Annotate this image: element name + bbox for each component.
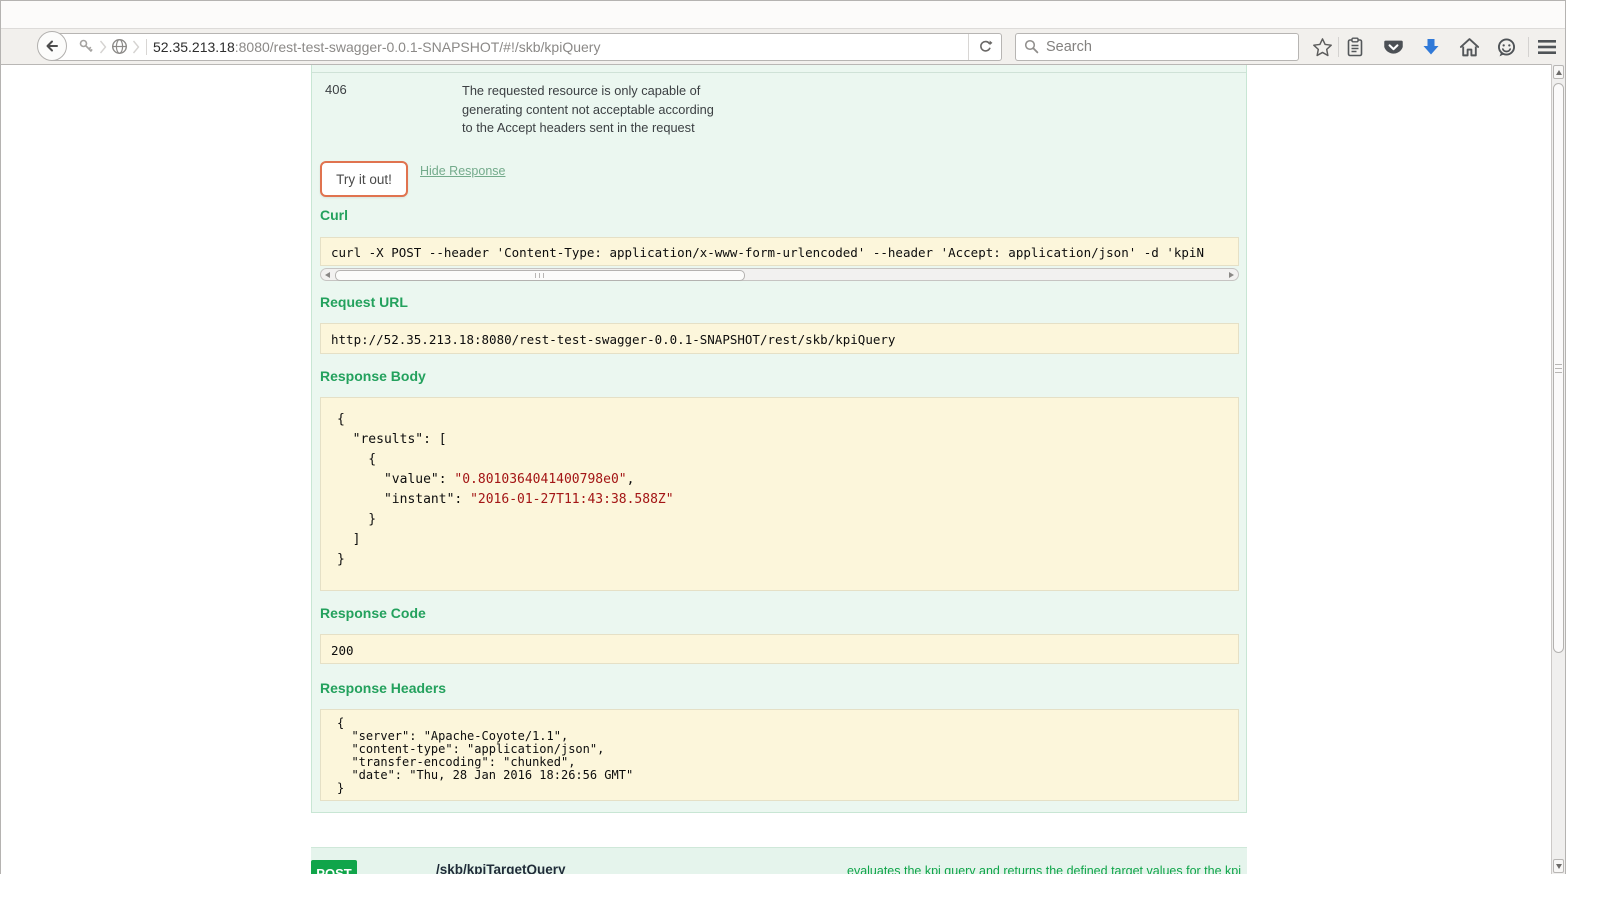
scrollbar-grip xyxy=(535,273,545,278)
back-button[interactable] xyxy=(37,31,67,61)
operation-expanded-content: 406 The requested resource is only capab… xyxy=(311,65,1247,813)
url-text[interactable]: 52.35.213.18:8080/rest-test-swagger-0.0.… xyxy=(153,39,968,55)
http-method-badge[interactable]: POST xyxy=(311,860,357,874)
request-url-value: http://52.35.213.18:8080/rest-test-swagg… xyxy=(320,323,1239,354)
chevron-separator-icon xyxy=(132,40,140,54)
search-placeholder: Search xyxy=(1046,39,1092,55)
curl-heading: Curl xyxy=(320,207,348,223)
response-code-value: 200 xyxy=(320,634,1239,664)
scrollbar-grip xyxy=(1555,363,1562,373)
scroll-up-button[interactable] xyxy=(1553,65,1564,79)
request-url-heading: Request URL xyxy=(320,294,408,310)
response-message-text: The requested resource is only capable o… xyxy=(462,82,724,138)
toolbar-divider xyxy=(1338,37,1339,57)
page-content: 406 The requested resource is only capab… xyxy=(1,65,1553,874)
navigation-toolbar: 52.35.213.18:8080/rest-test-swagger-0.0.… xyxy=(1,29,1565,65)
response-message-code: 406 xyxy=(325,82,347,97)
url-host: 52.35.213.18 xyxy=(153,39,235,55)
scroll-down-button[interactable] xyxy=(1553,859,1564,873)
tab-strip xyxy=(1,1,1565,29)
vertical-scrollbar[interactable] xyxy=(1551,64,1565,874)
response-table-row-divider xyxy=(312,72,1246,73)
downloads-icon[interactable] xyxy=(1420,36,1442,58)
response-headers-heading: Response Headers xyxy=(320,680,446,696)
home-icon[interactable] xyxy=(1458,36,1480,58)
try-it-out-button[interactable]: Try it out! xyxy=(320,161,408,197)
scroll-right-arrow-icon[interactable] xyxy=(1229,272,1234,278)
down-arrow-icon xyxy=(1556,864,1562,869)
hello-smiley-icon[interactable] xyxy=(1495,36,1517,58)
browser-window: 52.35.213.18:8080/rest-test-swagger-0.0.… xyxy=(0,0,1566,874)
bookmark-star-icon[interactable] xyxy=(1311,36,1333,58)
response-code-heading: Response Code xyxy=(320,605,426,621)
screen: 52.35.213.18:8080/rest-test-swagger-0.0.… xyxy=(0,0,1600,900)
curl-command: curl -X POST --header 'Content-Type: app… xyxy=(320,237,1239,266)
horizontal-scrollbar-thumb[interactable] xyxy=(335,270,745,281)
scroll-left-arrow-icon[interactable] xyxy=(325,272,330,278)
url-bar[interactable]: 52.35.213.18:8080/rest-test-swagger-0.0.… xyxy=(51,33,1002,61)
curl-horizontal-scrollbar[interactable] xyxy=(320,268,1239,281)
up-arrow-icon xyxy=(1556,70,1562,75)
operation-path-link[interactable]: /skb/kpiTargetQuery xyxy=(436,862,566,874)
response-body-heading: Response Body xyxy=(320,368,426,384)
search-icon xyxy=(1024,39,1039,54)
response-body-json: { "results": [ { "value": "0.80103640414… xyxy=(320,397,1239,591)
next-operation-row[interactable]: POST /skb/kpiTargetQuery evaluates the k… xyxy=(311,847,1247,874)
site-identity-globe-icon[interactable] xyxy=(111,38,128,55)
toolbar-divider xyxy=(1528,37,1529,57)
menu-hamburger-icon[interactable] xyxy=(1536,36,1558,58)
pocket-icon[interactable] xyxy=(1382,36,1404,58)
hide-response-link[interactable]: Hide Response xyxy=(420,164,505,178)
operation-summary-link[interactable]: evaluates the kpi query and returns the … xyxy=(847,864,1241,874)
urlbar-divider xyxy=(146,39,147,55)
vertical-scrollbar-thumb[interactable] xyxy=(1553,83,1564,653)
url-path: :8080/rest-test-swagger-0.0.1-SNAPSHOT/#… xyxy=(235,39,601,55)
response-headers-json: { "server": "Apache-Coyote/1.1", "conten… xyxy=(320,709,1239,801)
bookmarks-clipboard-icon[interactable] xyxy=(1344,36,1366,58)
reload-button[interactable] xyxy=(968,34,1001,60)
chevron-separator-icon xyxy=(99,40,107,54)
search-box[interactable]: Search xyxy=(1015,33,1299,61)
key-icon xyxy=(78,38,95,55)
